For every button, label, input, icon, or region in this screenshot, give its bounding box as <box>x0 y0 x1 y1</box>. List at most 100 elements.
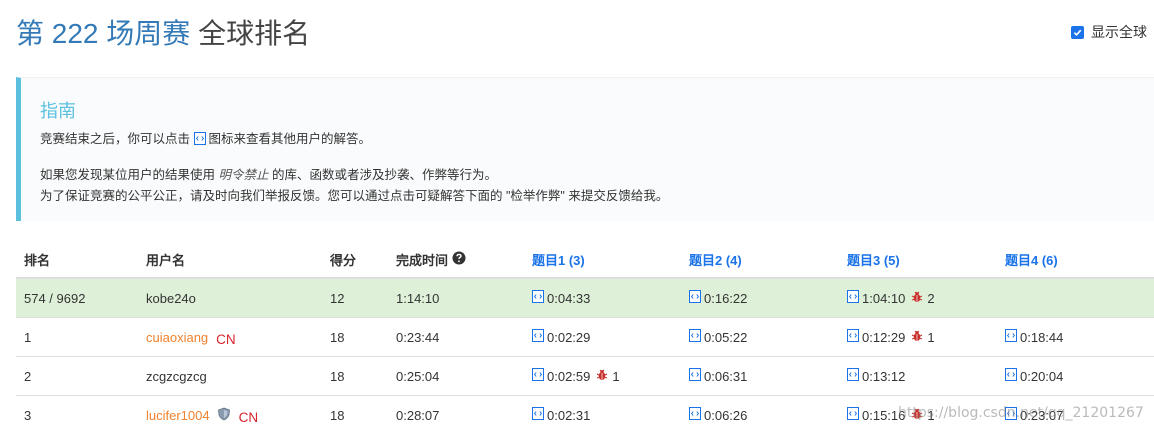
table-row: 2 zcgzcgzcg 18 0:25:04 0:02:59 1 0:06:31 0:13:1… <box>16 357 1154 396</box>
q1-cell: 0:02:59 1 <box>532 357 620 395</box>
score-cell: 18 <box>330 407 345 423</box>
view-code-icon[interactable] <box>532 407 544 423</box>
checkbox-checked-icon[interactable] <box>1071 25 1084 39</box>
guide-line1-post: 图标来查看其他用户的解答。 <box>208 132 372 146</box>
view-code-icon[interactable] <box>532 290 544 306</box>
view-code-icon[interactable] <box>1005 329 1017 345</box>
guide-line-2: 如果您发现某位用户的结果使用 明令禁止 的库、函数或者涉及抄袭、作弊等行为。 <box>40 164 497 183</box>
score-cell: 18 <box>330 329 345 345</box>
view-code-icon[interactable] <box>532 329 544 345</box>
view-code-icon[interactable] <box>532 368 544 384</box>
view-code-icon[interactable] <box>847 290 859 306</box>
region-badge: CN <box>238 409 259 425</box>
header-q1-link[interactable]: 题目1 (3) <box>532 241 585 277</box>
contest-name-link[interactable]: 第 222 场周赛 <box>16 18 190 49</box>
finish-time-cell: 0:28:07 <box>396 407 440 423</box>
score-cell: 12 <box>330 290 345 306</box>
bug-icon <box>911 291 927 306</box>
wrong-answer-bug: 1 <box>911 329 935 345</box>
ranking-title: 全球排名 <box>198 18 311 49</box>
q2-time[interactable]: 0:05:22 <box>704 330 747 345</box>
header-q4-link[interactable]: 题目4 (6) <box>1005 241 1058 277</box>
region-badge: CN <box>216 331 236 347</box>
finish-time-cell: 1:14:10 <box>396 290 440 306</box>
q2-time[interactable]: 0:06:31 <box>704 369 747 384</box>
username-link[interactable]: kobe24o <box>146 291 196 306</box>
view-code-icon[interactable] <box>847 329 859 345</box>
q3-cell: 1:04:10 2 <box>847 279 935 317</box>
q2-cell: 0:06:31 <box>689 357 747 395</box>
guide-line-1: 竞赛结束之后，你可以点击 图标来查看其他用户的解答。 <box>40 128 371 148</box>
header-score: 得分 <box>330 252 357 268</box>
q1-time[interactable]: 0:04:33 <box>547 291 590 306</box>
guide-title: 指南 <box>40 101 76 121</box>
q2-time[interactable]: 0:06:26 <box>704 408 747 423</box>
q1-time[interactable]: 0:02:59 <box>547 369 590 384</box>
q4-time[interactable]: 0:18:44 <box>1020 330 1063 345</box>
page-title: 第 222 场周赛 全球排名 <box>16 12 310 52</box>
bug-count: 2 <box>927 290 935 306</box>
q2-cell: 0:05:22 <box>689 318 747 356</box>
q3-cell: 0:12:29 1 <box>847 318 935 356</box>
wrong-answer-bug: 1 <box>596 368 620 384</box>
q1-time[interactable]: 0:02:31 <box>547 408 590 423</box>
view-code-icon[interactable] <box>689 407 701 423</box>
guide-line-3: 为了保证竞赛的公平公正，请及时向我们举报反馈。您可以通过点击可疑解答下面的 "检… <box>40 189 669 203</box>
q3-time[interactable]: 1:04:10 <box>862 291 905 306</box>
view-code-icon[interactable] <box>1005 368 1017 384</box>
table-header-row: 排名 用户名 得分 完成时间 题目1 (3) 题目2 (4) 题目3 (5) 题… <box>16 241 1154 279</box>
q3-time[interactable]: 0:13:12 <box>862 369 905 384</box>
view-code-icon[interactable] <box>689 329 701 345</box>
guide-line2-post: 的库、函数或者涉及抄袭、作弊等行为。 <box>272 168 498 182</box>
username-link[interactable]: zcgzcgzcg <box>146 369 207 384</box>
score-cell: 18 <box>330 368 345 384</box>
header-user: 用户名 <box>146 252 186 268</box>
watermark-text: https://blog.csdn.net/qq_21201267 <box>898 405 1144 421</box>
user-cell: lucifer1004 CN <box>146 396 258 433</box>
header-q3-link[interactable]: 题目3 (5) <box>847 241 900 277</box>
rank-cell: 574 / 9692 <box>24 290 86 306</box>
q1-cell: 0:04:33 <box>532 279 590 317</box>
bug-icon <box>911 330 927 345</box>
q4-time[interactable]: 0:20:04 <box>1020 369 1063 384</box>
user-cell: zcgzcgzcg <box>146 357 207 395</box>
finish-time-cell: 0:25:04 <box>396 368 440 384</box>
user-cell: cuiaoxiang CN <box>146 318 236 356</box>
code-file-icon <box>193 131 206 148</box>
bug-icon <box>596 369 612 384</box>
q3-cell: 0:13:12 <box>847 357 905 395</box>
view-code-icon[interactable] <box>689 368 701 384</box>
user-cell: kobe24o <box>146 279 196 317</box>
table-row-current-user: 574 / 9692 kobe24o 12 1:14:10 0:04:33 0:16:22… <box>16 279 1154 318</box>
show-global-label: 显示全球 <box>1091 24 1147 40</box>
username-link[interactable]: lucifer1004 <box>146 408 210 423</box>
q2-cell: 0:16:22 <box>689 279 747 317</box>
rank-cell: 2 <box>24 368 32 384</box>
show-global-toggle[interactable]: 显示全球 <box>1071 22 1147 42</box>
forbidden-emphasis: 明令禁止 <box>218 168 269 182</box>
q1-cell: 0:02:29 <box>532 318 590 356</box>
question-circle-icon[interactable] <box>452 251 466 268</box>
header-time-label: 完成时间 <box>396 252 449 268</box>
header-rank: 排名 <box>24 252 51 268</box>
header-finish-time: 完成时间 <box>396 241 466 277</box>
q4-cell: 0:18:44 <box>1005 318 1063 356</box>
q1-cell: 0:02:31 <box>532 396 590 433</box>
bug-count: 1 <box>612 368 620 384</box>
q2-cell: 0:06:26 <box>689 396 747 433</box>
view-code-icon[interactable] <box>847 407 859 423</box>
guide-line1-pre: 竞赛结束之后，你可以点击 <box>40 132 191 146</box>
view-code-icon[interactable] <box>847 368 859 384</box>
finish-time-cell: 0:23:44 <box>396 329 440 345</box>
header-q2-link[interactable]: 题目2 (4) <box>689 241 742 277</box>
rank-cell: 1 <box>24 329 32 345</box>
bug-count: 1 <box>927 329 935 345</box>
q4-cell: 0:20:04 <box>1005 357 1063 395</box>
view-code-icon[interactable] <box>689 290 701 306</box>
username-link[interactable]: cuiaoxiang <box>146 330 208 345</box>
wrong-answer-bug: 2 <box>911 290 935 306</box>
guide-panel: 指南 竞赛结束之后，你可以点击 图标来查看其他用户的解答。 如果您发现某位用户的… <box>16 77 1154 221</box>
q3-time[interactable]: 0:12:29 <box>862 330 905 345</box>
q1-time[interactable]: 0:02:29 <box>547 330 590 345</box>
q2-time[interactable]: 0:16:22 <box>704 291 747 306</box>
